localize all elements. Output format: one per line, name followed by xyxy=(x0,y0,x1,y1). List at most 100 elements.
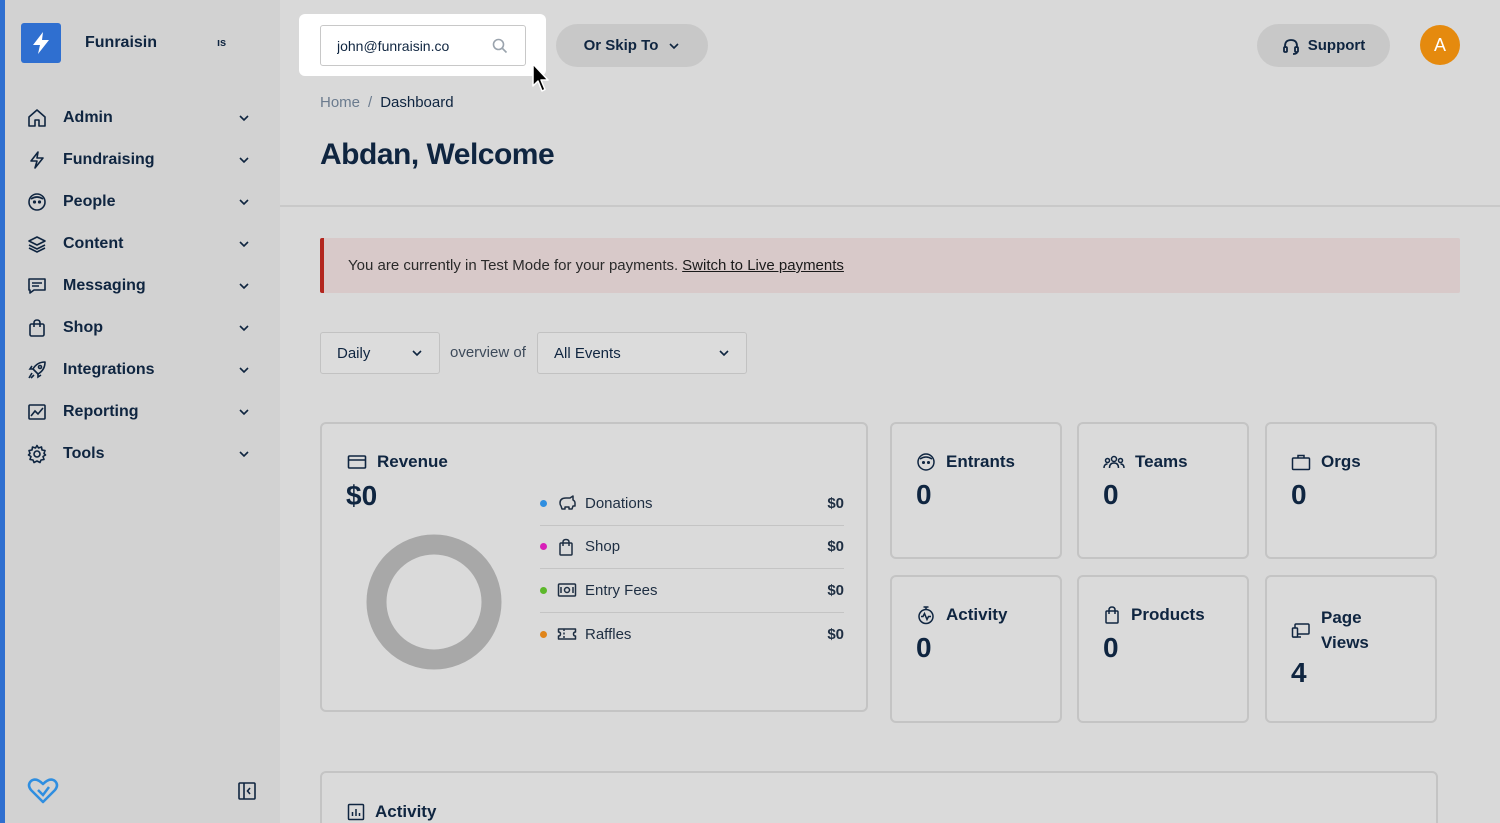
sidebar-item-label: Admin xyxy=(63,109,113,126)
activity-stat-value: 0 xyxy=(916,632,932,663)
breadcrumb: Home / Dashboard xyxy=(320,94,454,111)
activity-stat-title-text: Activity xyxy=(946,605,1008,624)
sidebar-item-messaging[interactable]: Messaging xyxy=(27,265,257,307)
revenue-row-shop: Shop $0 xyxy=(540,526,844,569)
revenue-row-label: Entry Fees xyxy=(585,581,658,599)
sidebar-item-fundraising[interactable]: Fundraising xyxy=(27,139,257,181)
orgs-card[interactable]: Orgs 0 xyxy=(1265,422,1437,559)
home-icon xyxy=(27,107,53,129)
sidebar-item-label: People xyxy=(63,193,116,210)
alert-text: You are currently in Test Mode for your … xyxy=(348,257,679,274)
ticket-icon xyxy=(557,626,577,642)
breadcrumb-home[interactable]: Home xyxy=(320,94,360,111)
activity-section: Activity xyxy=(320,771,1438,823)
overview-label: overview of xyxy=(450,344,526,361)
revenue-row-value: $0 xyxy=(827,494,844,512)
search-container xyxy=(299,14,546,76)
products-title-text: Products xyxy=(1131,605,1205,624)
products-title: Products xyxy=(1103,605,1205,625)
chevron-down-icon xyxy=(239,157,249,164)
devices-icon xyxy=(1291,623,1310,638)
sidebar-item-shop[interactable]: Shop xyxy=(27,307,257,349)
period-select[interactable]: Daily xyxy=(320,332,440,374)
collapse-sidebar-icon[interactable] xyxy=(238,782,256,805)
sidebar-item-content[interactable]: Content xyxy=(27,223,257,265)
heart-icon[interactable] xyxy=(27,777,59,810)
sidebar-item-admin[interactable]: Admin xyxy=(27,97,257,139)
activity-stat-card[interactable]: Activity 0 xyxy=(890,575,1062,723)
revenue-total: $0 xyxy=(346,480,378,511)
revenue-row-value: $0 xyxy=(827,625,844,643)
headset-icon xyxy=(1282,38,1299,55)
sidebar-item-label: Shop xyxy=(63,319,103,336)
chevron-down-icon xyxy=(719,350,729,357)
teams-title-text: Teams xyxy=(1135,452,1188,471)
stopwatch-icon xyxy=(918,606,934,625)
face-icon xyxy=(27,191,53,213)
lightning-icon xyxy=(27,149,53,171)
brand-badge: ıs xyxy=(217,37,227,49)
revenue-row-label: Donations xyxy=(585,494,653,512)
entrants-title-text: Entrants xyxy=(946,452,1015,471)
products-card[interactable]: Products 0 xyxy=(1077,575,1249,723)
header-divider xyxy=(280,205,1500,207)
page-title: Abdan, Welcome xyxy=(320,138,555,171)
revenue-title-text: Revenue xyxy=(377,452,448,471)
series-color-dot xyxy=(540,630,547,638)
period-select-value: Daily xyxy=(337,344,371,362)
chevron-down-icon xyxy=(239,409,249,416)
rocket-icon xyxy=(27,359,53,381)
page-views-title-text: Page Views xyxy=(1321,608,1369,652)
skip-to-label: Or Skip To xyxy=(583,37,659,54)
revenue-row-entry-fees: Entry Fees $0 xyxy=(540,569,844,613)
shopping-bag-icon xyxy=(27,317,53,339)
chevron-down-icon xyxy=(239,451,249,458)
revenue-donut-chart xyxy=(366,534,502,670)
main-content: Or Skip To Support A Home / Dashboard Abda… xyxy=(280,0,1500,823)
orgs-title: Orgs xyxy=(1291,452,1361,472)
sidebar-item-tools[interactable]: Tools xyxy=(27,433,257,475)
app-logo[interactable] xyxy=(21,23,61,63)
orgs-value: 0 xyxy=(1291,479,1307,510)
user-avatar[interactable]: A xyxy=(1420,25,1460,65)
layers-icon xyxy=(27,233,53,255)
shopping-bag-icon xyxy=(1105,606,1119,624)
events-select[interactable]: All Events xyxy=(537,332,747,374)
skip-to-dropdown[interactable]: Or Skip To xyxy=(556,24,708,67)
sidebar: Funraisin ıs Admin Fundraising People Co… xyxy=(5,0,280,823)
revenue-row-value: $0 xyxy=(827,538,844,556)
chevron-down-icon xyxy=(239,367,249,374)
sidebar-item-people[interactable]: People xyxy=(27,181,257,223)
sidebar-item-label: Fundraising xyxy=(63,151,155,168)
message-icon xyxy=(27,275,53,297)
sidebar-item-reporting[interactable]: Reporting xyxy=(27,391,257,433)
series-color-dot xyxy=(540,543,547,551)
revenue-card: Revenue $0 Donations $0 Shop $0 Entry Fe… xyxy=(320,422,868,712)
teams-card[interactable]: Teams 0 xyxy=(1077,422,1249,559)
team-icon xyxy=(1103,455,1125,469)
page-views-title: Page Views xyxy=(1291,605,1381,655)
sidebar-item-integrations[interactable]: Integrations xyxy=(27,349,257,391)
series-color-dot xyxy=(540,499,547,507)
bar-chart-icon xyxy=(347,803,365,821)
revenue-row-label: Raffles xyxy=(585,625,632,643)
series-color-dot xyxy=(540,586,547,594)
shopping-bag-icon xyxy=(557,538,577,556)
revenue-row-value: $0 xyxy=(827,581,844,599)
entrants-card[interactable]: Entrants 0 xyxy=(890,422,1062,559)
breadcrumb-current: Dashboard xyxy=(380,94,454,111)
chart-icon xyxy=(27,401,53,423)
lightning-logo-icon xyxy=(33,32,49,54)
face-icon xyxy=(917,453,935,471)
sidebar-item-label: Integrations xyxy=(63,361,155,378)
support-button[interactable]: Support xyxy=(1257,24,1390,67)
search-icon[interactable] xyxy=(492,38,508,54)
chevron-down-icon xyxy=(239,115,249,122)
switch-live-link[interactable]: Switch to Live payments xyxy=(682,257,844,274)
gear-icon xyxy=(27,443,53,465)
teams-title: Teams xyxy=(1103,452,1188,472)
test-mode-alert: You are currently in Test Mode for your … xyxy=(320,238,1460,293)
page-views-card[interactable]: Page Views 4 xyxy=(1265,575,1437,723)
teams-value: 0 xyxy=(1103,479,1119,510)
chevron-down-icon xyxy=(669,42,679,49)
